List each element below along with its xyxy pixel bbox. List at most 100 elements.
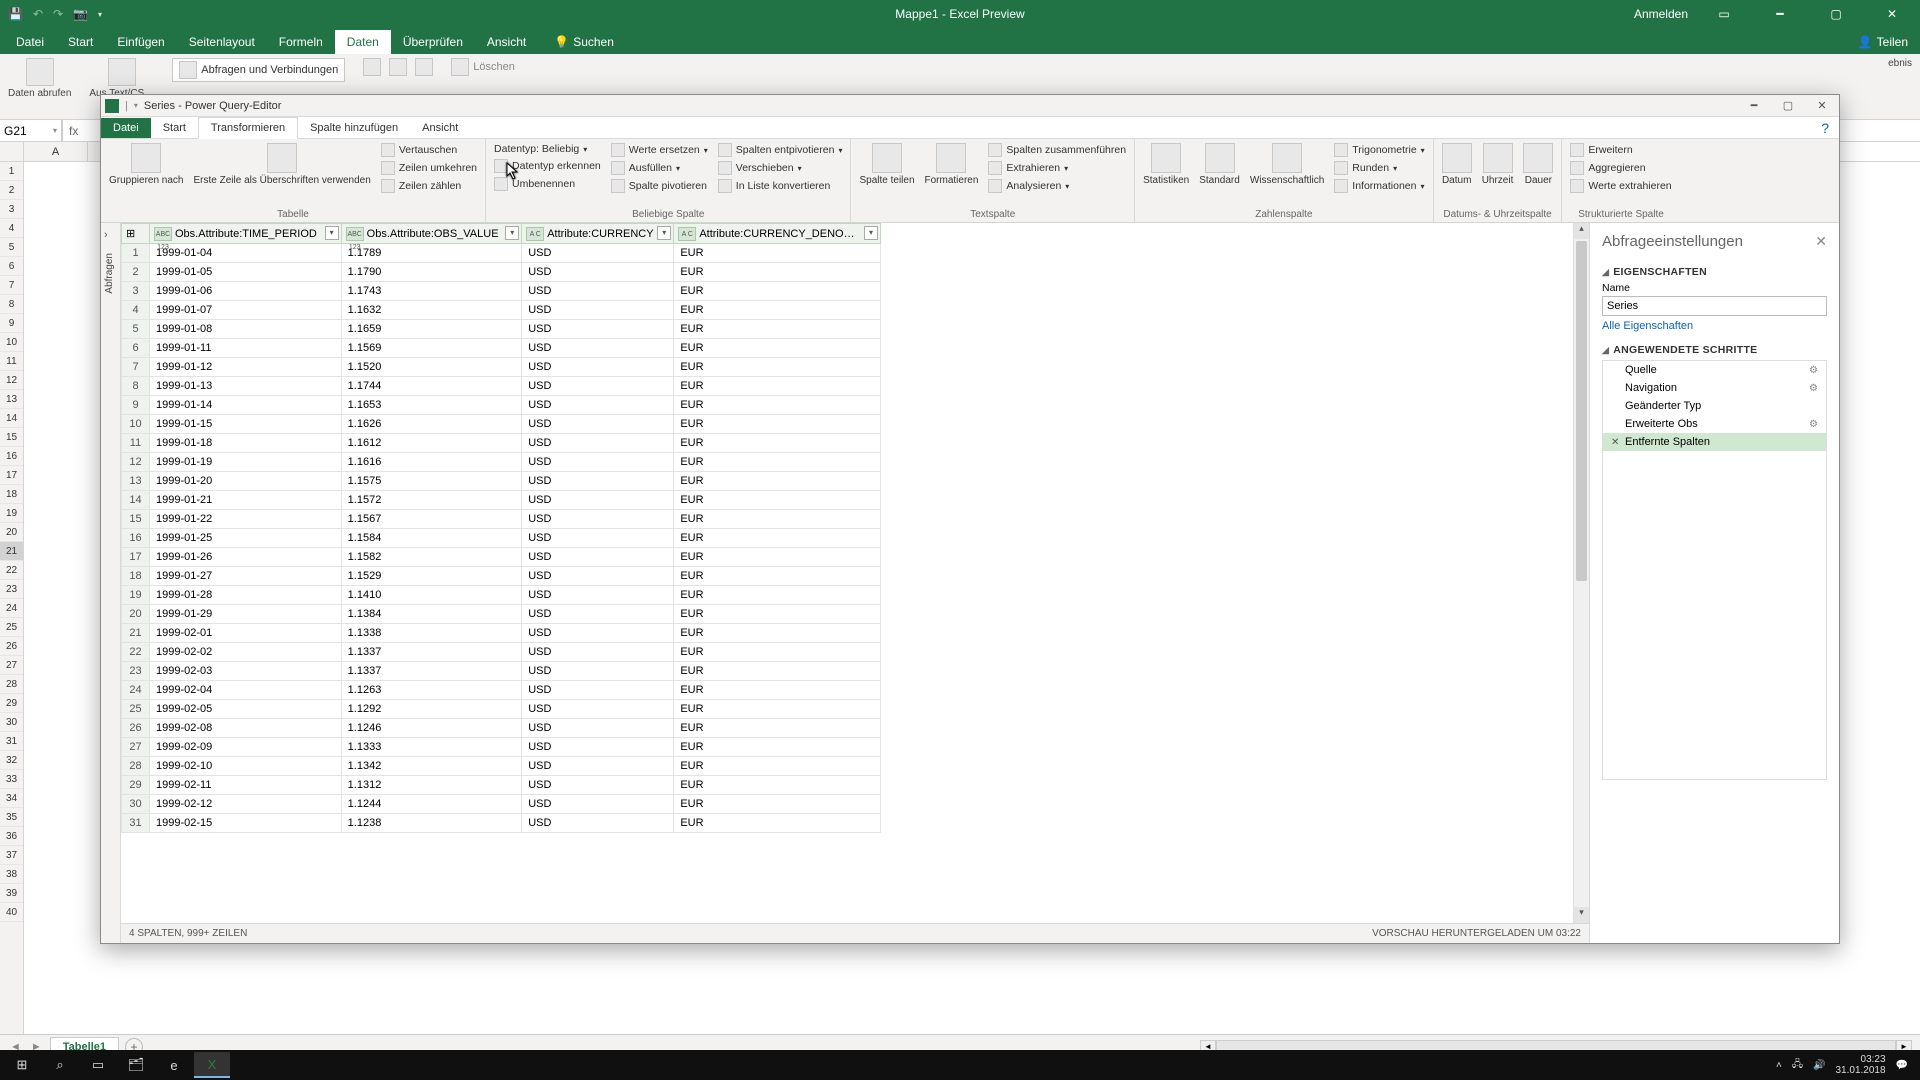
- applied-step[interactable]: Quelle⚙: [1603, 361, 1826, 379]
- applied-step[interactable]: Navigation⚙: [1603, 379, 1826, 397]
- row-header[interactable]: 28: [0, 675, 23, 694]
- queries-expand-icon[interactable]: ›: [104, 229, 108, 241]
- pq-cell[interactable]: EUR: [674, 738, 881, 757]
- start-button[interactable]: ⊞: [4, 1052, 40, 1078]
- pq-help-icon[interactable]: ?: [1811, 118, 1839, 138]
- expand-button[interactable]: Erweitern: [1570, 143, 1671, 157]
- pq-row-number[interactable]: 1: [122, 244, 150, 263]
- row-header[interactable]: 25: [0, 618, 23, 637]
- pq-cell[interactable]: EUR: [674, 681, 881, 700]
- pq-row-number[interactable]: 8: [122, 377, 150, 396]
- step-gear-icon[interactable]: ⚙: [1809, 365, 1818, 376]
- pq-cell[interactable]: 1.1632: [341, 301, 522, 320]
- scientific-button[interactable]: Wissenschaftlich: [1250, 143, 1324, 186]
- column-header[interactable]: A: [24, 142, 88, 161]
- row-header[interactable]: 35: [0, 808, 23, 827]
- select-all-corner[interactable]: [0, 142, 24, 161]
- taskbar-search-icon[interactable]: ⌕: [42, 1052, 78, 1078]
- row-header[interactable]: 38: [0, 865, 23, 884]
- tab-einfuegen[interactable]: Einfügen: [105, 30, 176, 54]
- pq-cell[interactable]: EUR: [674, 244, 881, 263]
- tray-date[interactable]: 31.01.2018: [1835, 1065, 1885, 1076]
- pq-cell[interactable]: USD: [522, 795, 674, 814]
- pq-cell[interactable]: EUR: [674, 339, 881, 358]
- pq-row-number[interactable]: 18: [122, 567, 150, 586]
- pq-tab-transformieren[interactable]: Transformieren: [198, 117, 298, 139]
- tell-me-search[interactable]: 💡 Suchen: [546, 30, 622, 54]
- pq-cell[interactable]: EUR: [674, 795, 881, 814]
- pq-row-number[interactable]: 16: [122, 529, 150, 548]
- row-header[interactable]: 13: [0, 390, 23, 409]
- pq-cell[interactable]: 1999-02-09: [150, 738, 342, 757]
- pq-row-number[interactable]: 5: [122, 320, 150, 339]
- pq-cell[interactable]: 1.1575: [341, 472, 522, 491]
- pq-cell[interactable]: USD: [522, 358, 674, 377]
- tray-network-icon[interactable]: 🖧: [1792, 1057, 1803, 1074]
- row-header[interactable]: 9: [0, 314, 23, 333]
- pq-row-number[interactable]: 17: [122, 548, 150, 567]
- pq-row-number[interactable]: 29: [122, 776, 150, 795]
- pq-column-header[interactable]: ABC 123Obs.Attribute:TIME_PERIOD▾: [150, 224, 342, 244]
- pq-column-header[interactable]: A CAttribute:CURRENCY▾: [522, 224, 674, 244]
- row-header[interactable]: 23: [0, 580, 23, 599]
- pq-cell[interactable]: 1.1333: [341, 738, 522, 757]
- pq-minimize-icon[interactable]: ━: [1737, 99, 1771, 112]
- row-header[interactable]: 36: [0, 827, 23, 846]
- pq-cell[interactable]: EUR: [674, 282, 881, 301]
- pq-cell[interactable]: 1999-02-03: [150, 662, 342, 681]
- pq-cell[interactable]: 1.1789: [341, 244, 522, 263]
- filter-icon[interactable]: [415, 58, 433, 76]
- pq-cell[interactable]: 1999-01-07: [150, 301, 342, 320]
- pq-cell[interactable]: 1999-01-20: [150, 472, 342, 491]
- pq-row-number[interactable]: 27: [122, 738, 150, 757]
- use-first-row-button[interactable]: Erste Zeile als Überschriften verwenden: [194, 143, 371, 186]
- pq-cell[interactable]: 1.1342: [341, 757, 522, 776]
- step-gear-icon[interactable]: ⚙: [1809, 419, 1818, 430]
- row-header[interactable]: 8: [0, 295, 23, 314]
- tab-ansicht[interactable]: Ansicht: [475, 30, 538, 54]
- pq-cell[interactable]: 1.1246: [341, 719, 522, 738]
- split-column-button[interactable]: Spalte teilen: [859, 143, 914, 186]
- pq-cell[interactable]: 1999-01-19: [150, 453, 342, 472]
- column-filter-icon[interactable]: ▾: [657, 226, 671, 240]
- pq-cell[interactable]: 1.1337: [341, 643, 522, 662]
- edge-icon[interactable]: e: [156, 1052, 192, 1078]
- maximize-icon[interactable]: ▢: [1816, 7, 1856, 21]
- pq-cell[interactable]: EUR: [674, 472, 881, 491]
- pq-row-number[interactable]: 30: [122, 795, 150, 814]
- step-delete-icon[interactable]: ✕: [1611, 437, 1621, 448]
- pq-cell[interactable]: EUR: [674, 567, 881, 586]
- duration-button[interactable]: Dauer: [1523, 143, 1553, 186]
- pq-cell[interactable]: EUR: [674, 320, 881, 339]
- pq-cell[interactable]: EUR: [674, 605, 881, 624]
- pq-cell[interactable]: EUR: [674, 548, 881, 567]
- format-button[interactable]: Formatieren: [925, 143, 979, 186]
- save-icon[interactable]: 💾: [8, 7, 23, 21]
- pq-cell[interactable]: 1999-02-02: [150, 643, 342, 662]
- queries-connections-button[interactable]: Abfragen und Verbindungen: [172, 58, 345, 82]
- pq-cell[interactable]: USD: [522, 529, 674, 548]
- row-header[interactable]: 15: [0, 428, 23, 447]
- pq-cell[interactable]: EUR: [674, 814, 881, 833]
- pq-cell[interactable]: 1.1744: [341, 377, 522, 396]
- pq-cell[interactable]: USD: [522, 472, 674, 491]
- row-header[interactable]: 27: [0, 656, 23, 675]
- pq-cell[interactable]: USD: [522, 282, 674, 301]
- row-header[interactable]: 10: [0, 333, 23, 352]
- clear-filter-button[interactable]: Löschen: [451, 58, 515, 76]
- pq-cell[interactable]: USD: [522, 320, 674, 339]
- tab-start[interactable]: Start: [56, 30, 105, 54]
- tab-seitenlayout[interactable]: Seitenlayout: [177, 30, 267, 54]
- pq-cell[interactable]: EUR: [674, 529, 881, 548]
- minimize-icon[interactable]: ━: [1760, 7, 1800, 21]
- pq-cell[interactable]: 1.1584: [341, 529, 522, 548]
- row-header[interactable]: 26: [0, 637, 23, 656]
- pq-tab-datei[interactable]: Datei: [101, 118, 151, 138]
- applied-step[interactable]: Geänderter Typ: [1603, 397, 1826, 415]
- row-header[interactable]: 1: [0, 162, 23, 181]
- trigonometry-button[interactable]: Trigonometrie▾: [1334, 143, 1424, 157]
- pq-cell[interactable]: 1999-01-18: [150, 434, 342, 453]
- fx-icon[interactable]: fx: [63, 124, 84, 138]
- tab-datei[interactable]: Datei: [4, 30, 56, 54]
- tray-volume-icon[interactable]: 🔊: [1813, 1060, 1825, 1071]
